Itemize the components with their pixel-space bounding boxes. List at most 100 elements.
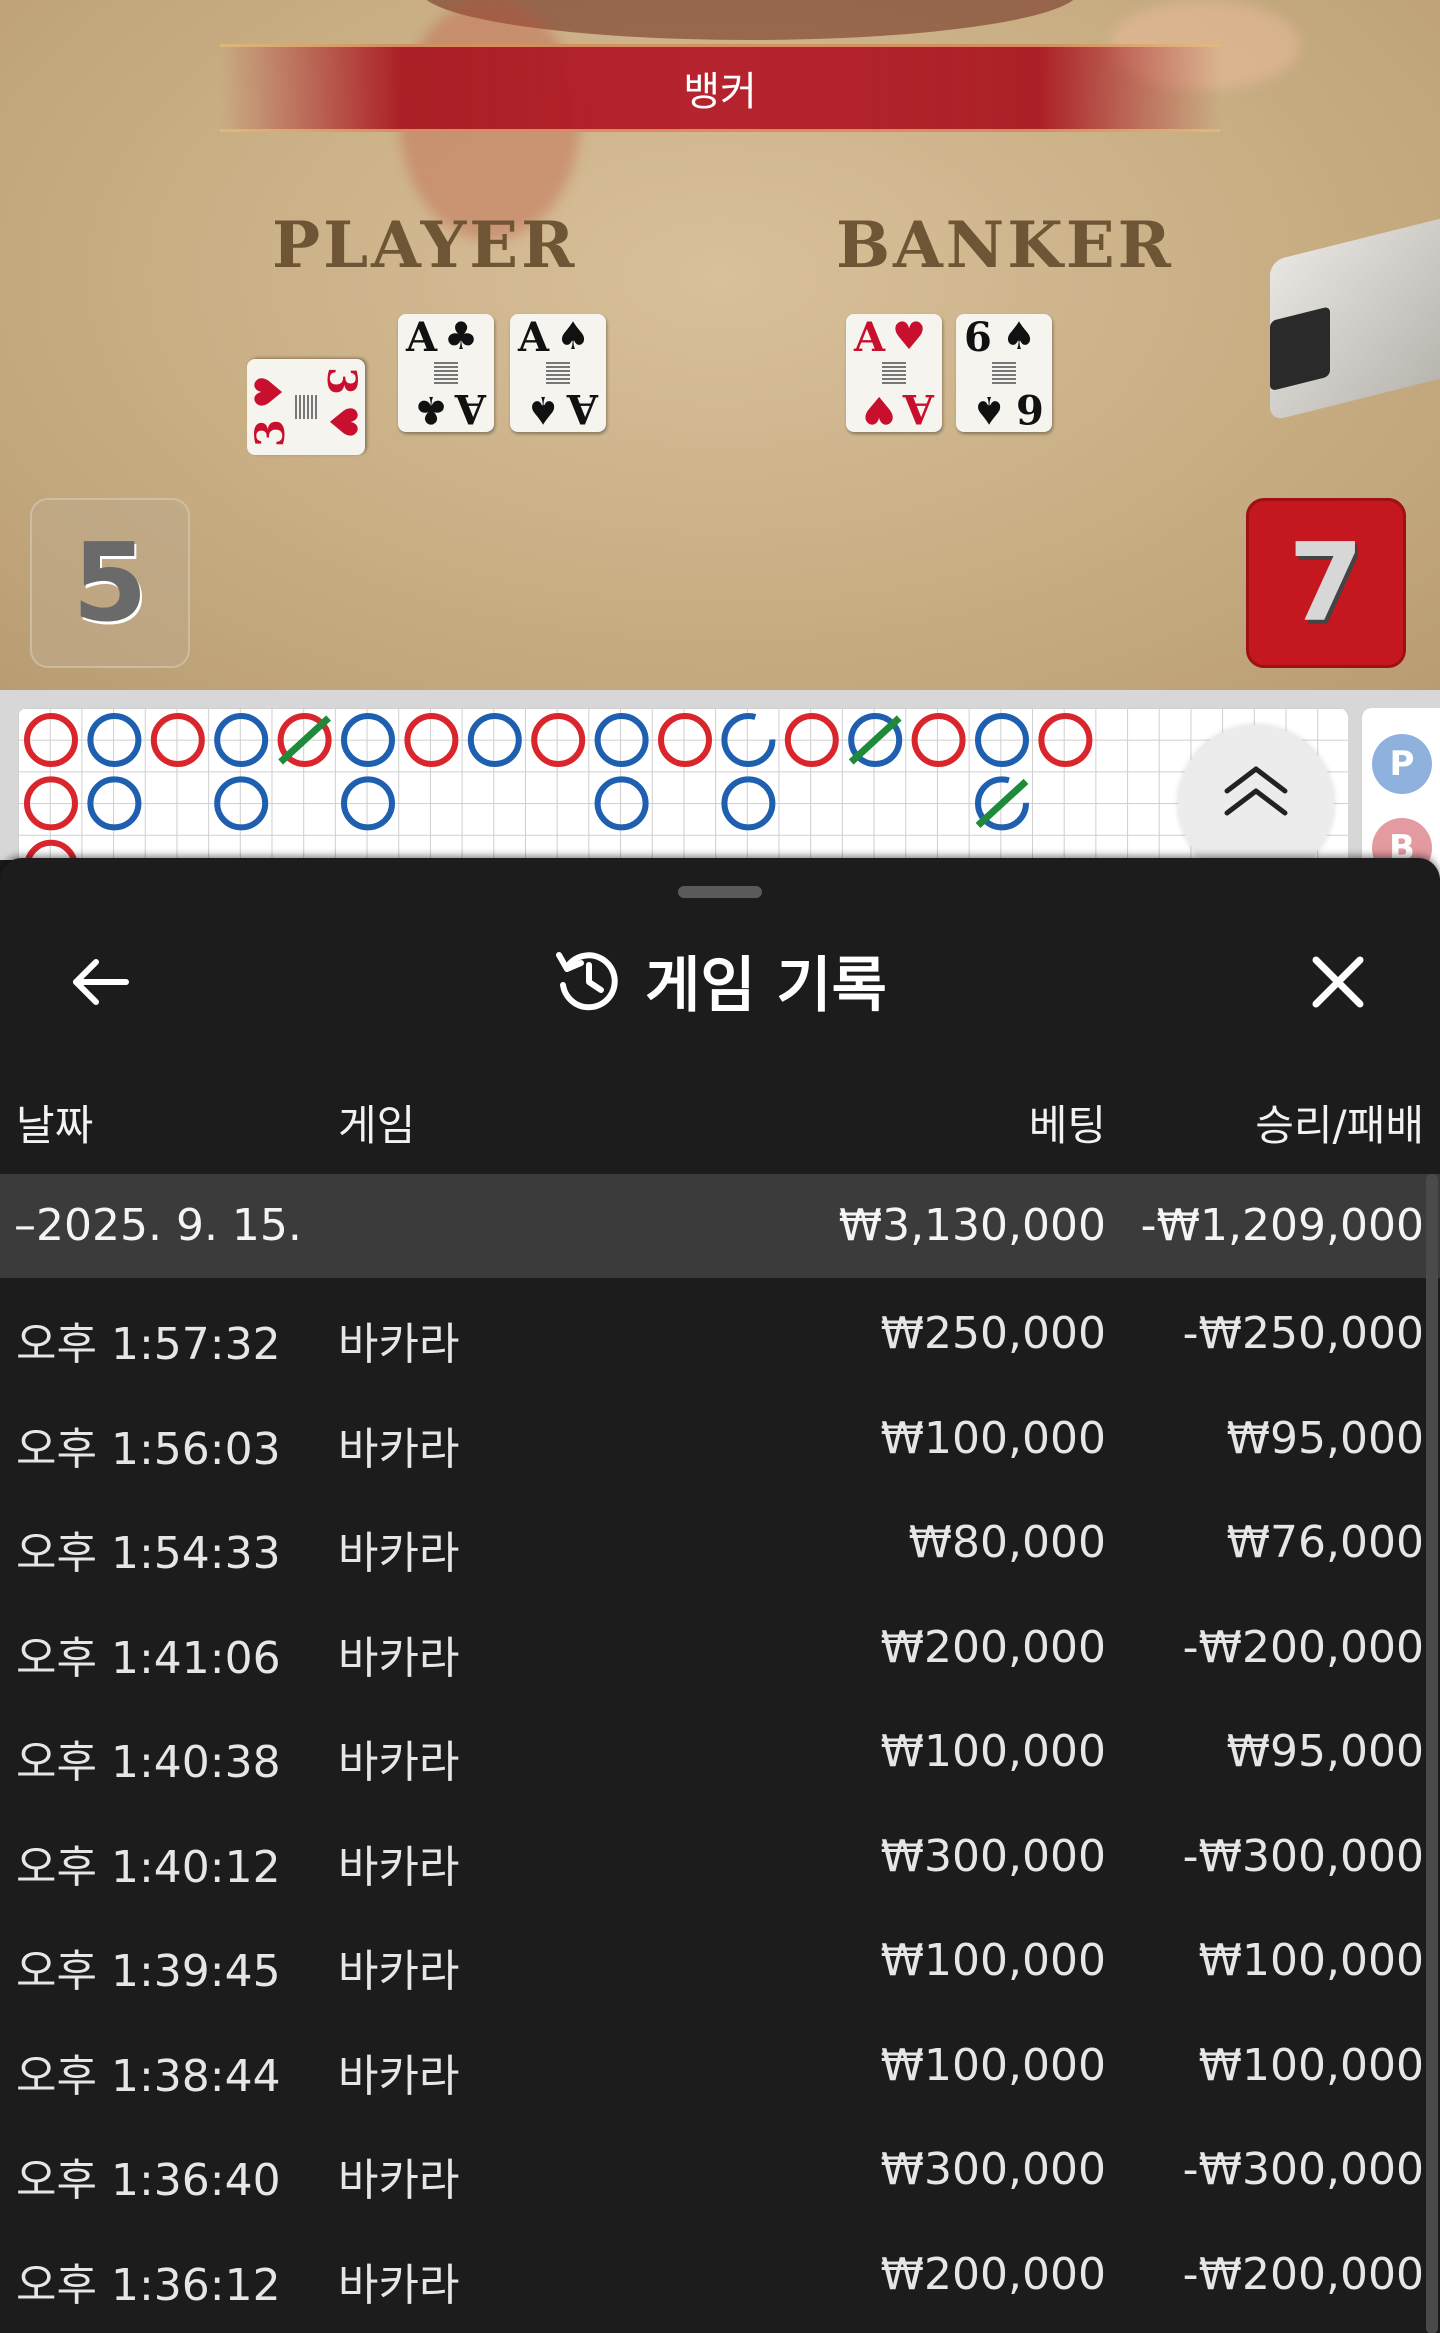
bead-road-svg — [24, 713, 1093, 878]
row-result: -₩200,000 — [1182, 2248, 1424, 2300]
sheet-title: 게임 기록 — [0, 938, 1440, 1022]
card-rank: 3 — [318, 367, 365, 395]
day-total-bet: ₩3,130,000 — [838, 1200, 1106, 1251]
card-suit: ♠ — [525, 388, 560, 433]
player-bead — [721, 713, 776, 767]
card-suit: ♥ — [246, 374, 291, 409]
row-time: 오후 1:56:03 — [16, 1423, 281, 1475]
day-group-row[interactable]: –2025. 9. 15. ₩3,130,000 -₩1,209,000 — [0, 1174, 1440, 1278]
history-row[interactable]: 오후 1:57:32 바카라 ₩250,000 -₩250,000 — [0, 1278, 1440, 1383]
card-suit: ♠ — [1002, 313, 1037, 358]
history-row[interactable]: 오후 1:56:03 바카라 ₩100,000 ₩95,000 — [0, 1383, 1440, 1488]
history-row[interactable]: 오후 1:54:33 바카라 ₩80,000 ₩76,000 — [0, 1487, 1440, 1592]
game-history-sheet[interactable]: 게임 기록 날짜 게임 베팅 승리/패배 –2025. 9. 15. ₩3,13… — [0, 858, 1440, 2333]
history-row[interactable]: 오후 1:36:40 바카라 ₩300,000 -₩300,000 — [0, 2114, 1440, 2219]
player-bead — [87, 713, 142, 767]
bead-road-grid[interactable] — [18, 708, 1348, 878]
card-rank: 3 — [247, 419, 294, 447]
card-barcode — [295, 395, 317, 419]
card-suit: ♠ — [556, 313, 591, 358]
card-suit: ♥ — [861, 388, 896, 433]
row-time: 오후 1:36:12 — [16, 2259, 281, 2311]
history-row[interactable]: 오후 1:41:06 바카라 ₩200,000 -₩200,000 — [0, 1592, 1440, 1697]
player-score: 5 — [30, 498, 190, 668]
player-bead — [214, 713, 269, 767]
card-suit: ♣ — [413, 388, 448, 433]
row-time: 오후 1:54:33 — [16, 1528, 281, 1579]
player-label: PLAYER — [272, 208, 578, 283]
row-result: ₩95,000 — [1226, 1412, 1424, 1464]
sheet-drag-handle[interactable] — [678, 886, 762, 898]
sheet-title-text: 게임 기록 — [645, 950, 887, 1021]
card-rank: A — [566, 385, 598, 432]
card-barcode — [882, 362, 906, 384]
history-row[interactable]: 오후 1:40:38 바카라 ₩100,000 ₩95,000 — [0, 1696, 1440, 1801]
row-bet: ₩200,000 — [880, 1621, 1106, 1673]
history-row[interactable]: 오후 1:39:45 바카라 ₩100,000 ₩100,000 — [0, 1905, 1440, 2010]
row-game: 바카라 — [338, 1946, 460, 1997]
row-bet: ₩100,000 — [880, 1726, 1106, 1777]
row-game: 바카라 — [338, 1423, 460, 1475]
row-result: -₩300,000 — [1182, 2144, 1424, 2195]
player-bead — [87, 776, 142, 831]
chevron-up-double-icon — [1224, 766, 1288, 816]
column-header-date: 날짜 — [16, 1101, 94, 1150]
row-result: -₩300,000 — [1182, 1830, 1424, 1882]
row-result: ₩76,000 — [1226, 1517, 1424, 1568]
card-barcode — [434, 362, 458, 384]
card-rank: A — [406, 314, 438, 361]
row-result: ₩95,000 — [1226, 1726, 1424, 1777]
row-time: 오후 1:40:12 — [16, 1841, 281, 1893]
row-time: 오후 1:41:06 — [16, 1632, 281, 1684]
player-bead — [341, 713, 395, 767]
row-time: 오후 1:39:45 — [16, 1946, 281, 1997]
banker-label: BANKER — [836, 208, 1174, 283]
row-result: ₩100,000 — [1198, 2039, 1424, 2091]
live-table-video: 뱅커 PLAYER BANKER 3 ♥ 3 ♥ A ♣ A ♣ A ♠ A ♠… — [0, 0, 1440, 690]
banker-bead — [531, 713, 586, 767]
row-bet: ₩300,000 — [880, 2144, 1106, 2195]
row-bet: ₩80,000 — [908, 1517, 1106, 1568]
card-shoe — [1270, 218, 1440, 422]
row-time: 오후 1:40:38 — [16, 1737, 281, 1788]
card-suit: ♥ — [892, 313, 927, 358]
road-side-legend: P B — [1362, 708, 1440, 878]
history-rows: 오후 1:57:32 바카라 ₩250,000 -₩250,000 오후 1:5… — [0, 1278, 1440, 2323]
result-banner: 뱅커 — [220, 44, 1220, 132]
card-rank: A — [518, 314, 550, 361]
player-card-1: 3 ♥ 3 ♥ — [246, 359, 366, 455]
row-game: 바카라 — [338, 1632, 460, 1684]
row-game: 바카라 — [338, 1319, 460, 1370]
row-game: 바카라 — [338, 2155, 460, 2206]
banker-bead — [404, 713, 459, 767]
scrollbar-thumb[interactable] — [1426, 1174, 1438, 2333]
card-rank: 6 — [1016, 385, 1044, 432]
card-suit: ♥ — [321, 405, 366, 440]
history-row[interactable]: 오후 1:38:44 바카라 ₩100,000 ₩100,000 — [0, 2010, 1440, 2115]
row-result: ₩100,000 — [1198, 1935, 1424, 1986]
row-bet: ₩100,000 — [880, 2039, 1106, 2091]
day-total-result: -₩1,209,000 — [1140, 1200, 1424, 1251]
row-result: -₩250,000 — [1182, 1308, 1424, 1359]
card-rank: A — [902, 385, 934, 432]
history-row[interactable]: 오후 1:40:12 바카라 ₩300,000 -₩300,000 — [0, 1801, 1440, 1906]
card-suit: ♠ — [971, 388, 1006, 433]
row-game: 바카라 — [338, 1737, 460, 1788]
player-pill: P — [1372, 734, 1432, 794]
banker-bead — [784, 713, 839, 767]
player-bead — [594, 776, 649, 831]
history-scrollbar[interactable] — [1426, 1174, 1438, 2333]
history-row[interactable]: 오후 1:36:12 바카라 ₩200,000 -₩200,000 — [0, 2219, 1440, 2324]
banker-score: 7 — [1246, 498, 1406, 668]
card-rank: A — [854, 314, 886, 361]
player-bead — [975, 713, 1029, 767]
banker-bead — [150, 713, 205, 767]
row-bet: ₩100,000 — [880, 1935, 1106, 1986]
close-icon — [1312, 956, 1364, 1008]
row-bet: ₩200,000 — [880, 2248, 1106, 2300]
close-button[interactable] — [1298, 942, 1378, 1022]
banker-bead — [911, 713, 966, 767]
player-bead — [467, 713, 522, 767]
row-game: 바카라 — [338, 1841, 460, 1893]
card-rank: 6 — [964, 314, 992, 361]
